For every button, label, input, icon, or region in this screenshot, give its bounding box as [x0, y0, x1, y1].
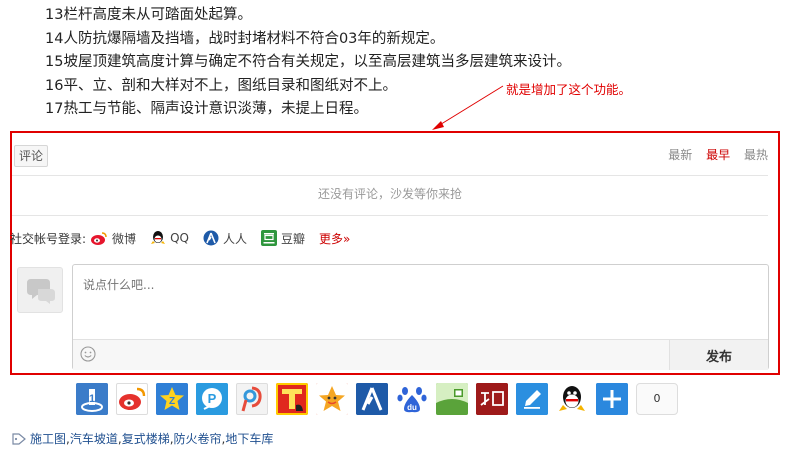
sort-links: 最新 最早 最热: [658, 146, 768, 163]
renren-share-icon: [356, 383, 388, 415]
tianya-icon: [276, 383, 308, 415]
login-qq[interactable]: QQ: [150, 230, 189, 246]
svg-text:1: 1: [89, 393, 95, 405]
svg-text:du: du: [407, 403, 417, 412]
comment-header: 评论 最新 最早 最热: [12, 143, 768, 167]
publish-button[interactable]: 发布: [669, 340, 768, 370]
share-note[interactable]: [516, 383, 548, 415]
emoji-icon[interactable]: [80, 346, 96, 362]
tag-icon: [12, 432, 26, 445]
tencent-weibo-icon: [241, 386, 262, 412]
article-line: 15坡屋顶建筑高度计算与确定不符合有关规定，以至高层建筑当多层建筑来设计。: [45, 54, 571, 70]
sort-oldest[interactable]: 最早: [706, 148, 730, 162]
login-renren-label: 人人: [222, 231, 247, 246]
article-body: 13栏杆高度未从可踏面处起算。 14人防抗爆隔墙及挡墙，战时封堵材料不符合03年…: [45, 4, 745, 122]
renren-icon: [203, 230, 219, 246]
tag-link[interactable]: 汽车坡道: [70, 430, 118, 447]
more-share-icon: [596, 383, 628, 415]
divider: [12, 215, 768, 216]
qq-space-star-icon: [316, 383, 348, 415]
note-icon: [516, 383, 548, 415]
tags-row: 施工图, 汽车坡道, 复式楼梯, 防火卷帘, 地下车库: [12, 430, 273, 447]
article-line: 13栏杆高度未从可踏面处起算。: [45, 7, 252, 23]
more-login-link[interactable]: 更多»: [319, 230, 350, 247]
douban-icon: [260, 230, 277, 246]
social-login-row: 社交帐号登录: 微博 QQ 人人 豆瓣 更多»: [10, 229, 364, 247]
share-sina-weibo[interactable]: [116, 383, 148, 415]
zhihu-icon: [476, 383, 508, 415]
qzone-icon: 1: [76, 383, 108, 415]
share-more[interactable]: [596, 383, 628, 415]
share-kaixin[interactable]: [436, 383, 468, 415]
share-renren[interactable]: [356, 383, 388, 415]
comment-input[interactable]: [73, 265, 768, 339]
sort-newest[interactable]: 最新: [668, 148, 692, 162]
share-baidu[interactable]: du: [396, 383, 428, 415]
login-weibo-label: 微博: [112, 231, 137, 246]
qq-favorites-icon: Z: [156, 383, 188, 415]
sina-weibo-icon: [119, 387, 146, 410]
qq-friend-icon: [559, 386, 585, 411]
share-count: 0: [636, 383, 678, 415]
login-douban-label: 豆瓣: [280, 231, 305, 246]
baidu-icon: du: [397, 387, 427, 413]
share-pengyou[interactable]: P: [196, 383, 228, 415]
social-login-label: 社交帐号登录:: [10, 231, 87, 246]
tag-link[interactable]: 地下车库: [225, 430, 273, 447]
share-tencent-weibo[interactable]: [236, 383, 268, 415]
share-qq-space-star[interactable]: [316, 383, 348, 415]
avatar: [17, 267, 63, 313]
sort-hottest[interactable]: 最热: [744, 148, 768, 162]
comment-toolbar: 发布: [73, 339, 768, 370]
article-line: 14人防抗爆隔墙及挡墙，战时封堵材料不符合03年的新规定。: [45, 30, 445, 47]
svg-text:Z: Z: [169, 396, 175, 407]
svg-text:P: P: [208, 391, 217, 406]
comment-widget: 评论 最新 最早 最热 还没有评论，沙发等你来抢 社交帐号登录: 微博 QQ 人…: [10, 131, 780, 375]
annotation-text: 就是增加了这个功能。: [506, 82, 632, 97]
login-renren[interactable]: 人人: [203, 230, 247, 247]
share-zhihu[interactable]: [476, 383, 508, 415]
tag-link[interactable]: 复式楼梯: [122, 430, 170, 447]
divider: [12, 175, 768, 176]
share-qzone[interactable]: 1: [76, 383, 108, 415]
weibo-icon: [91, 231, 107, 245]
share-tianya[interactable]: [276, 383, 308, 415]
tab-comments[interactable]: 评论: [14, 145, 49, 167]
login-weibo[interactable]: 微博: [90, 230, 136, 247]
empty-comments-message: 还没有评论，沙发等你来抢: [317, 187, 462, 201]
article-line: 16平、立、剖和大样对不上，图纸目录和图纸对不上。: [45, 77, 397, 94]
login-qq-label: QQ: [170, 231, 189, 245]
tag-link[interactable]: 防火卷帘: [174, 430, 222, 447]
qq-icon: [151, 231, 166, 244]
pengyou-icon: P: [196, 383, 228, 415]
article-line: 17热工与节能、隔声设计意识淡薄，未提上日程。: [45, 101, 368, 117]
comment-input-area: 发布: [72, 264, 769, 370]
comment-avatar-icon: [27, 279, 55, 304]
share-qq-friend[interactable]: [556, 383, 588, 415]
share-bar: 1 Z P du 0: [76, 383, 678, 415]
share-qq-favorites[interactable]: Z: [156, 383, 188, 415]
kaixin-icon: [436, 383, 468, 415]
tag-link[interactable]: 施工图: [30, 430, 66, 447]
login-douban[interactable]: 豆瓣: [260, 230, 305, 247]
